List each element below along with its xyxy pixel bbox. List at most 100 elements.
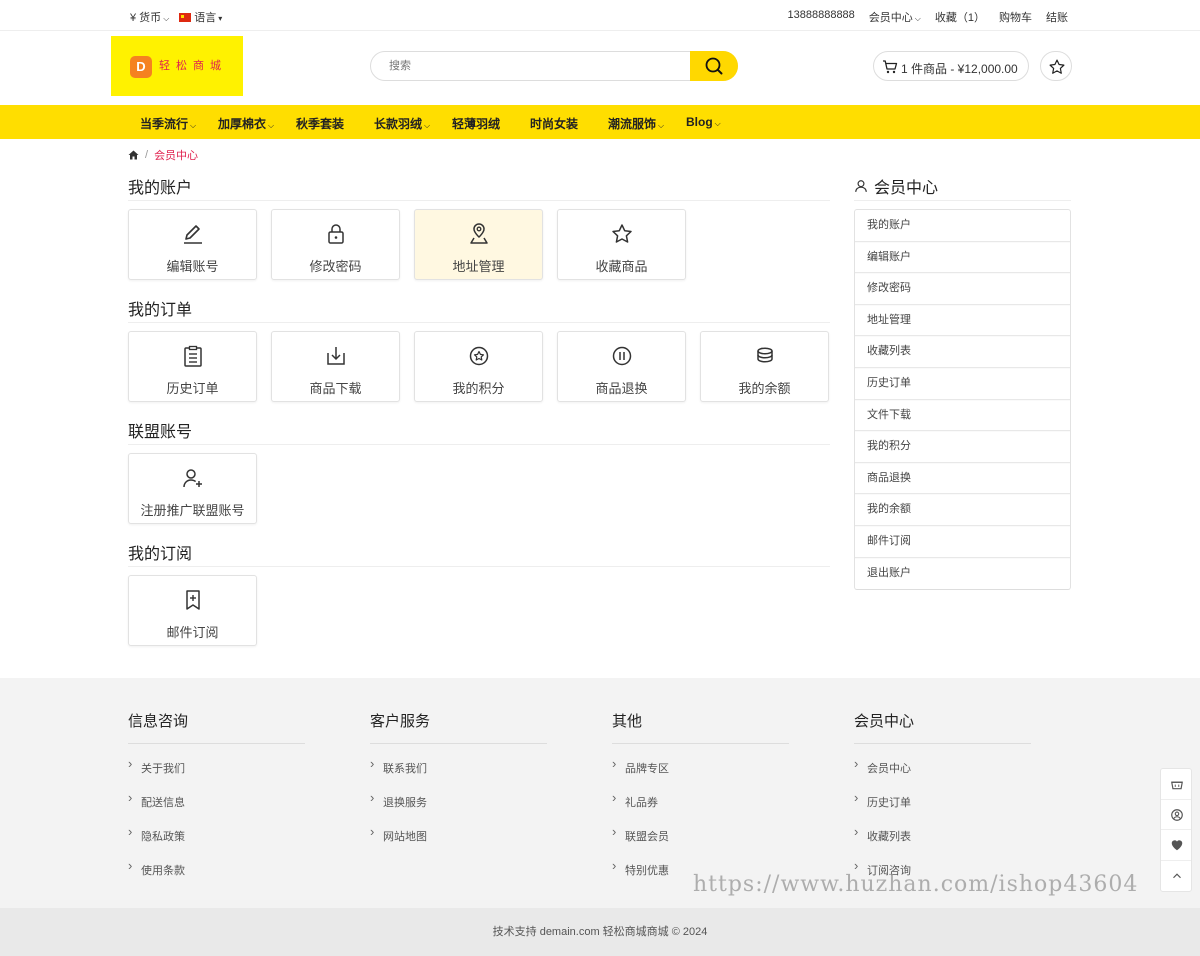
footer-link[interactable]: 隐私政策 bbox=[128, 824, 305, 846]
footer-link[interactable]: 退换服务 bbox=[370, 790, 547, 812]
divider bbox=[854, 200, 1071, 201]
bookmark-plus-icon bbox=[185, 590, 200, 610]
tile-edit-account[interactable]: 编辑账号 bbox=[128, 209, 257, 280]
chevron-down-icon: ⌵ bbox=[424, 121, 431, 130]
chevron-down-icon: ⌵ bbox=[190, 121, 197, 130]
heart-icon bbox=[1171, 840, 1183, 851]
sidebar-menu-item[interactable]: 我的余额 bbox=[855, 494, 1070, 526]
phone-number: 13888888888 bbox=[787, 9, 855, 21]
basket-icon bbox=[1171, 781, 1183, 790]
section-title-subscription: 我的订阅 bbox=[128, 546, 193, 563]
tile-my-points[interactable]: 我的积分 bbox=[414, 331, 543, 402]
footer-link[interactable]: 使用条款 bbox=[128, 858, 305, 880]
tile-register-affiliate[interactable]: 注册推广联盟账号 bbox=[128, 453, 257, 524]
sidebar-menu: 我的账户 编辑账户 修改密码 地址管理 收藏列表 历史订单 文件下载 我的积分 商品退换 我的余额… bbox=[854, 209, 1071, 591]
footer-column-title: 客户服务 bbox=[370, 710, 547, 744]
footer-link[interactable]: 历史订单 bbox=[854, 790, 1031, 812]
footer-column-other: 其他品牌专区礼品券联盟会员特别优惠 bbox=[612, 710, 789, 880]
footer-link[interactable]: 配送信息 bbox=[128, 790, 305, 812]
clipboard-list-icon bbox=[183, 345, 202, 367]
footer-column-member: 会员中心会员中心历史订单收藏列表订阅咨询 bbox=[854, 710, 1031, 880]
sidebar-menu-item[interactable]: 文件下载 bbox=[855, 400, 1070, 432]
nav-item[interactable]: 轻薄羽绒 bbox=[452, 115, 530, 132]
nav-item[interactable]: 当季流行 ⌵ bbox=[140, 115, 218, 132]
breadcrumb-current[interactable]: 会员中心 bbox=[154, 147, 198, 163]
sidebar-menu-item[interactable]: 退出账户 bbox=[855, 558, 1070, 590]
favorites-link[interactable]: 收藏（1） bbox=[935, 9, 985, 25]
logo-text: 轻松商城 bbox=[159, 60, 227, 72]
tile-product-returns[interactable]: 商品退换 bbox=[557, 331, 686, 402]
divider bbox=[128, 566, 830, 567]
floating-toolbar bbox=[1160, 768, 1192, 892]
chevron-down-icon: ⌵ bbox=[658, 121, 665, 130]
footer-column-info: 信息咨询关于我们配送信息隐私政策使用条款 bbox=[128, 710, 305, 880]
points-badge-icon bbox=[469, 346, 488, 366]
breadcrumb: / 会员中心 bbox=[128, 147, 198, 163]
float-account-button[interactable] bbox=[1161, 800, 1191, 830]
cart-link[interactable]: 购物车 bbox=[999, 9, 1032, 25]
sidebar-menu-item[interactable]: 我的账户 bbox=[855, 210, 1070, 242]
sidebar-menu-item[interactable]: 编辑账户 bbox=[855, 242, 1070, 274]
download-icon bbox=[326, 347, 345, 365]
tile-product-downloads[interactable]: 商品下载 bbox=[271, 331, 400, 402]
currency-selector[interactable]: ¥ 货币 ⌵ bbox=[130, 9, 169, 25]
float-wishlist-button[interactable] bbox=[1161, 830, 1191, 861]
checkout-link[interactable]: 结账 bbox=[1046, 9, 1068, 25]
footer-link[interactable]: 收藏列表 bbox=[854, 824, 1031, 846]
sidebar-menu-item[interactable]: 邮件订阅 bbox=[855, 526, 1070, 558]
nav-item[interactable]: Blog ⌵ bbox=[686, 115, 746, 132]
footer-link[interactable]: 品牌专区 bbox=[612, 756, 789, 778]
tile-my-balance[interactable]: 我的余额 bbox=[700, 331, 829, 402]
nav-item[interactable]: 长款羽绒 ⌵ bbox=[374, 115, 452, 132]
tile-change-password[interactable]: 修改密码 bbox=[271, 209, 400, 280]
nav-item[interactable]: 潮流服饰 ⌵ bbox=[608, 115, 686, 132]
watermark-text: https://www.huzhan.com/ishop43604 bbox=[693, 872, 1139, 897]
sidebar-menu-item[interactable]: 历史订单 bbox=[855, 368, 1070, 400]
user-plus-icon bbox=[182, 469, 202, 488]
wishlist-button[interactable] bbox=[1040, 51, 1072, 81]
search-button[interactable] bbox=[690, 51, 738, 81]
nav-item[interactable]: 秋季套装 bbox=[296, 115, 374, 132]
tile-order-history[interactable]: 历史订单 bbox=[128, 331, 257, 402]
section-title-affiliate: 联盟账号 bbox=[128, 424, 193, 441]
sidebar-title: 会员中心 bbox=[854, 174, 938, 198]
logo-mark: D bbox=[130, 56, 152, 78]
user-icon bbox=[855, 180, 867, 192]
sidebar-menu-item[interactable]: 我的积分 bbox=[855, 431, 1070, 463]
back-to-top-button[interactable] bbox=[1161, 861, 1191, 892]
coins-stack-icon bbox=[756, 347, 773, 363]
footer-link[interactable]: 礼品券 bbox=[612, 790, 789, 812]
china-flag-icon bbox=[179, 13, 192, 22]
cart-icon bbox=[883, 60, 898, 74]
sidebar-menu-item[interactable]: 收藏列表 bbox=[855, 336, 1070, 368]
pencil-icon bbox=[183, 225, 202, 244]
nav-item[interactable]: 加厚棉衣 ⌵ bbox=[218, 115, 296, 132]
sidebar-menu-item[interactable]: 修改密码 bbox=[855, 273, 1070, 305]
footer-link[interactable]: 联盟会员 bbox=[612, 824, 789, 846]
footer-link[interactable]: 网站地图 bbox=[370, 824, 547, 846]
sidebar-menu-item[interactable]: 商品退换 bbox=[855, 463, 1070, 495]
site-logo[interactable]: D 轻松商城 bbox=[111, 36, 243, 96]
tile-address-management[interactable]: 地址管理 bbox=[414, 209, 543, 280]
home-icon[interactable] bbox=[128, 150, 139, 160]
top-bar: ¥ 货币 ⌵ 语言 ▾ 13888888888 会员中心 ⌵ 收藏（1） 购物车 结账 bbox=[0, 0, 1200, 31]
sidebar-menu-item[interactable]: 地址管理 bbox=[855, 305, 1070, 337]
section-title-orders: 我的订单 bbox=[128, 302, 193, 319]
search-bar bbox=[370, 51, 738, 81]
float-cart-button[interactable] bbox=[1161, 769, 1191, 800]
footer-link[interactable]: 会员中心 bbox=[854, 756, 1031, 778]
language-selector[interactable]: 语言 ▾ bbox=[179, 9, 222, 25]
chevron-down-icon: ⌵ bbox=[268, 121, 275, 130]
chevron-down-icon: ⌵ bbox=[714, 119, 721, 128]
cart-button[interactable]: 1 件商品 - ¥12,000.00 bbox=[873, 51, 1029, 81]
member-center-link[interactable]: 会员中心 ⌵ bbox=[869, 9, 921, 25]
tile-favorite-products[interactable]: 收藏商品 bbox=[557, 209, 686, 280]
nav-item[interactable]: 时尚女装 bbox=[530, 115, 608, 132]
footer-link[interactable]: 联系我们 bbox=[370, 756, 547, 778]
search-input[interactable] bbox=[389, 58, 679, 74]
lock-icon bbox=[327, 224, 344, 244]
footer-link[interactable]: 关于我们 bbox=[128, 756, 305, 778]
tile-newsletter[interactable]: 邮件订阅 bbox=[128, 575, 257, 646]
star-icon bbox=[611, 224, 632, 243]
chevron-down-icon: ⌵ bbox=[163, 14, 170, 23]
